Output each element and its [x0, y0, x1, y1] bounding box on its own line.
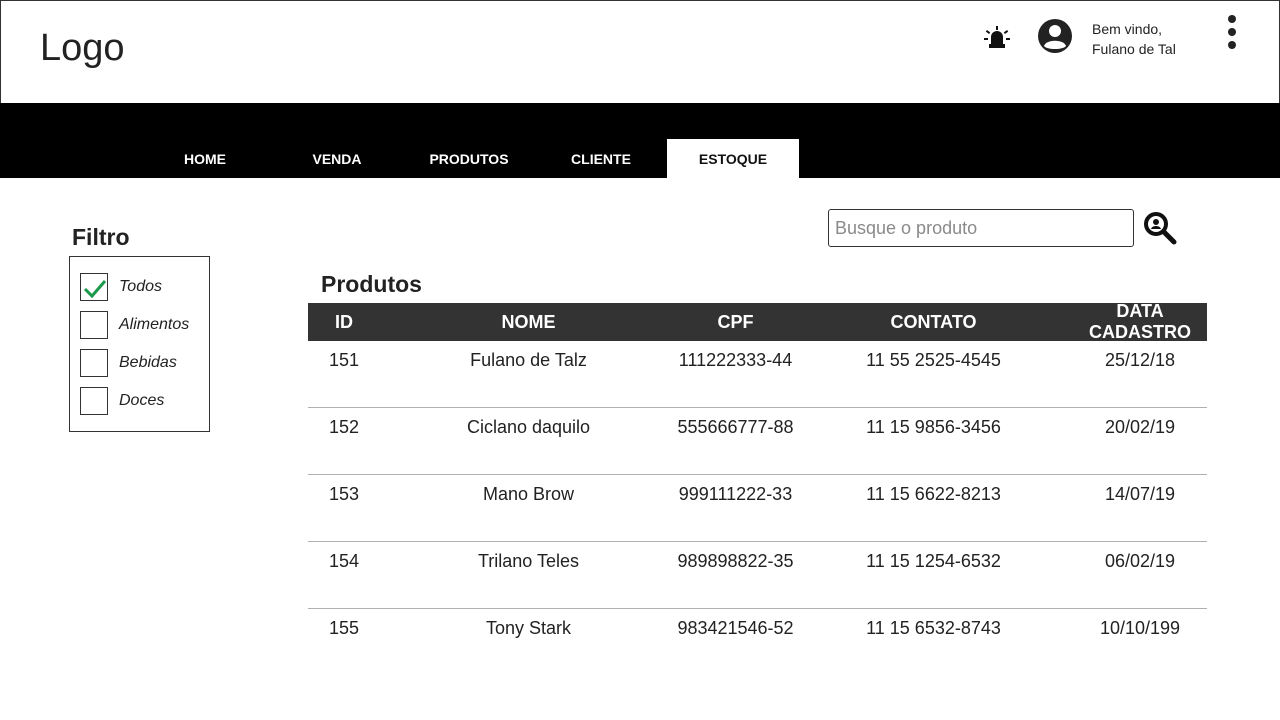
filter-label-bebidas: Bebidas — [119, 354, 177, 371]
cell-contato: 11 15 6622-8213 — [866, 484, 1001, 504]
cell-nome: Trilano Teles — [477, 551, 580, 571]
logo[interactable]: Logo — [40, 27, 125, 70]
products-table: ID NOME CPF CONTATO DATA CADASTRO 151 Ful… — [308, 301, 1207, 675]
header: Logo Bem vindo, Fulano de Tal — [0, 0, 1280, 103]
filter-panel: Todos Alimentos Bebidas Doces — [69, 256, 210, 432]
cell-cpf: 983421546-52 — [677, 618, 794, 638]
main-nav: HOME VENDA PRODUTOS CLIENTE ESTOQUE — [0, 103, 1280, 178]
cell-data-cadastro: 25/12/18 — [1104, 350, 1176, 370]
cell-contato: 11 15 6532-8743 — [866, 618, 1001, 638]
table-row[interactable]: 152 Ciclano daquilo 555666777-88 11 15 9856… — [308, 408, 1207, 475]
tab-produtos[interactable]: PRODUTOS — [403, 139, 535, 178]
cell-nome: Ciclano daquilo — [466, 417, 591, 437]
alarm-icon[interactable] — [984, 25, 1010, 51]
checkbox-doces[interactable] — [80, 387, 108, 415]
filter-item-bebidas[interactable]: Bebidas — [80, 349, 177, 377]
checkbox-bebidas[interactable] — [80, 349, 108, 377]
column-header-data-cadastro[interactable]: DATA CADASTRO — [1073, 301, 1207, 343]
table-row[interactable]: 155 Tony Stark 983421546-52 11 15 6532-8743… — [308, 609, 1207, 675]
filter-item-alimentos[interactable]: Alimentos — [80, 311, 189, 339]
filter-label-todos: Todos — [119, 278, 162, 295]
column-header-nome[interactable]: NOME — [380, 312, 677, 333]
filter-label-alimentos: Alimentos — [119, 316, 190, 333]
page: Logo Bem vindo, Fulano de Tal HOME VENDA… — [0, 0, 1280, 720]
filter-item-todos[interactable]: Todos — [80, 273, 162, 301]
cell-id: 154 — [328, 551, 360, 571]
account-circle-icon[interactable] — [1037, 18, 1073, 54]
cell-contato: 11 15 9856-3456 — [866, 417, 1001, 437]
checkbox-todos[interactable] — [80, 273, 108, 301]
cell-data-cadastro: 06/02/19 — [1104, 551, 1176, 571]
table-row[interactable]: 154 Trilano Teles 989898822-35 11 15 1254-6… — [308, 542, 1207, 609]
checkbox-alimentos[interactable] — [80, 311, 108, 339]
table-body: 151 Fulano de Talz 111222333-44 11 55 2525-… — [308, 341, 1207, 675]
table-header: ID NOME CPF CONTATO DATA CADASTRO — [308, 301, 1207, 343]
cell-cpf: 111222333-44 — [678, 350, 793, 370]
more-vertical-icon[interactable] — [1222, 15, 1242, 49]
cell-cpf: 555666777-88 — [677, 417, 794, 437]
products-title: Produtos — [321, 271, 422, 297]
cell-contato: 11 15 1254-6532 — [866, 551, 1001, 571]
cell-id: 153 — [328, 484, 360, 504]
cell-data-cadastro: 14/07/19 — [1104, 484, 1176, 504]
column-header-contato[interactable]: CONTATO — [794, 312, 1073, 333]
cell-id: 151 — [328, 350, 360, 370]
cell-cpf: 989898822-35 — [677, 551, 794, 571]
search-input[interactable] — [828, 209, 1134, 247]
welcome-line-1: Bem vindo, — [1092, 21, 1163, 37]
tab-cliente[interactable]: CLIENTE — [535, 139, 667, 178]
column-header-id[interactable]: ID — [308, 312, 380, 333]
cell-data-cadastro: 10/10/199 — [1099, 618, 1181, 638]
tab-home[interactable]: HOME — [139, 139, 271, 178]
cell-id: 152 — [328, 417, 360, 437]
cell-id: 155 — [328, 618, 360, 638]
filter-title: Filtro — [72, 224, 130, 250]
cell-contato: 11 55 2525-4545 — [866, 350, 1001, 370]
cell-data-cadastro: 20/02/19 — [1104, 417, 1176, 437]
table-row[interactable]: 153 Mano Brow 999111222-33 11 15 6622-8213 1… — [308, 475, 1207, 542]
column-header-cpf[interactable]: CPF — [677, 312, 794, 333]
cell-cpf: 999111222-33 — [678, 484, 793, 504]
table-row[interactable]: 151 Fulano de Talz 111222333-44 11 55 2525-… — [308, 341, 1207, 408]
tab-estoque[interactable]: ESTOQUE — [667, 139, 799, 178]
welcome-text: Bem vindo, Fulano de Tal — [1092, 19, 1176, 59]
welcome-user-name: Fulano de Tal — [1092, 41, 1176, 57]
filter-item-doces[interactable]: Doces — [80, 387, 164, 415]
filter-label-doces: Doces — [119, 392, 165, 409]
check-icon — [83, 280, 107, 299]
search-icon[interactable] — [1143, 211, 1177, 245]
cell-nome: Tony Stark — [485, 618, 572, 638]
cell-nome: Mano Brow — [482, 484, 575, 504]
tab-venda[interactable]: VENDA — [271, 139, 403, 178]
cell-nome: Fulano de Talz — [470, 350, 587, 370]
